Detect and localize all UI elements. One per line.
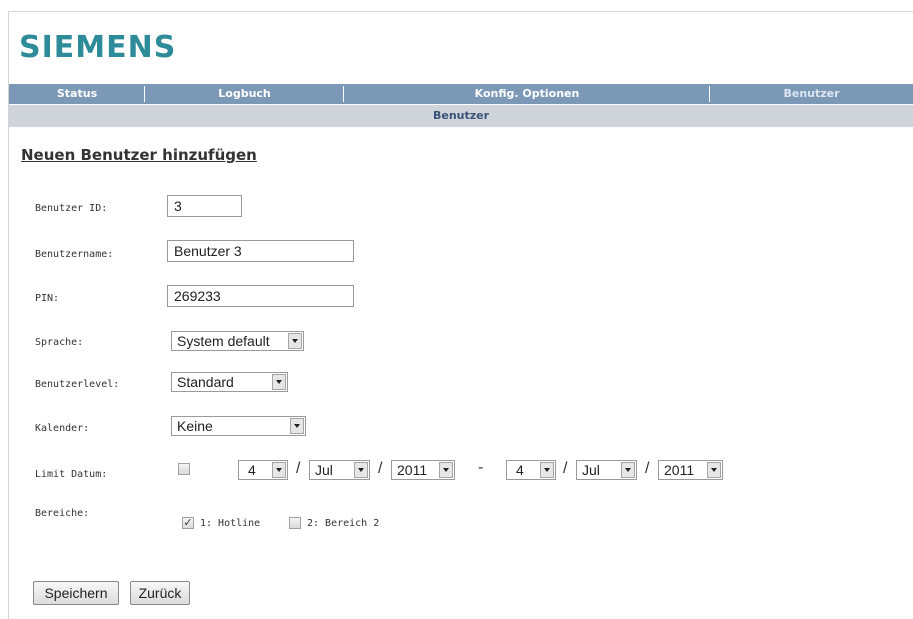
- from-day-select[interactable]: 4: [238, 460, 288, 480]
- page-title: Neuen Benutzer hinzufügen: [21, 146, 257, 164]
- to-day-select[interactable]: 4: [506, 460, 556, 480]
- language-select[interactable]: System default: [171, 331, 304, 351]
- calendar-select[interactable]: Keine: [171, 416, 306, 436]
- area-2-checkbox[interactable]: [289, 517, 301, 529]
- pin-label: PIN:: [35, 293, 60, 304]
- calendar-label: Kalender:: [35, 423, 90, 434]
- from-month-value: Jul: [315, 462, 333, 478]
- chevron-down-icon: [290, 418, 304, 434]
- area-1-checkbox[interactable]: ✓: [182, 517, 194, 529]
- to-month-value: Jul: [582, 462, 600, 478]
- nav-item-benutzer[interactable]: Benutzer: [710, 84, 913, 104]
- nav-item-konfig-optionen[interactable]: Konfig. Optionen: [344, 84, 710, 104]
- from-month-select[interactable]: Jul: [309, 460, 370, 480]
- username-label: Benutzername:: [35, 249, 114, 260]
- date-range-dash: -: [478, 459, 484, 476]
- from-year-select[interactable]: 2011: [391, 460, 455, 480]
- to-year-select[interactable]: 2011: [658, 460, 723, 480]
- save-button[interactable]: Speichern: [33, 581, 119, 605]
- siemens-logo: SIEMENS: [19, 30, 177, 65]
- date-separator: /: [296, 460, 301, 477]
- checkmark-icon: ✓: [183, 516, 193, 529]
- date-separator: /: [645, 460, 650, 477]
- chevron-down-icon: [540, 462, 554, 478]
- frame-border-top: [8, 11, 913, 12]
- language-select-value: System default: [177, 333, 270, 349]
- chevron-down-icon: [272, 374, 286, 390]
- chevron-down-icon: [288, 333, 302, 349]
- chevron-down-icon: [621, 462, 635, 478]
- limit-date-checkbox[interactable]: [178, 463, 190, 475]
- user-level-label: Benutzerlevel:: [35, 379, 120, 390]
- area-1-label: 1: Hotline: [200, 518, 261, 529]
- back-button[interactable]: Zurück: [130, 581, 190, 605]
- pin-input[interactable]: 269233: [167, 285, 354, 307]
- area-2-label: 2: Bereich 2: [307, 518, 380, 529]
- calendar-select-value: Keine: [177, 418, 213, 434]
- to-day-value: 4: [516, 462, 524, 478]
- user-id-label: Benutzer ID:: [35, 203, 108, 214]
- chevron-down-icon: [707, 462, 721, 478]
- date-separator: /: [563, 460, 568, 477]
- user-id-input[interactable]: 3: [167, 195, 242, 217]
- areas-label: Bereiche:: [35, 508, 90, 519]
- chevron-down-icon: [272, 462, 286, 478]
- chevron-down-icon: [354, 462, 368, 478]
- main-nav: Status Logbuch Konfig. Optionen Benutzer: [9, 84, 913, 104]
- from-year-value: 2011: [397, 462, 428, 478]
- date-separator: /: [378, 460, 383, 477]
- nav-item-status[interactable]: Status: [9, 84, 145, 104]
- user-level-select-value: Standard: [177, 374, 234, 390]
- to-month-select[interactable]: Jul: [576, 460, 637, 480]
- nav-item-logbuch[interactable]: Logbuch: [145, 84, 344, 104]
- user-level-select[interactable]: Standard: [171, 372, 288, 392]
- to-year-value: 2011: [664, 462, 695, 478]
- limit-date-label: Limit Datum:: [35, 469, 108, 480]
- username-input[interactable]: Benutzer 3: [167, 240, 354, 262]
- sub-navigation-title: Benutzer: [9, 105, 913, 127]
- from-day-value: 4: [248, 462, 256, 478]
- chevron-down-icon: [439, 462, 453, 478]
- language-label: Sprache:: [35, 337, 84, 348]
